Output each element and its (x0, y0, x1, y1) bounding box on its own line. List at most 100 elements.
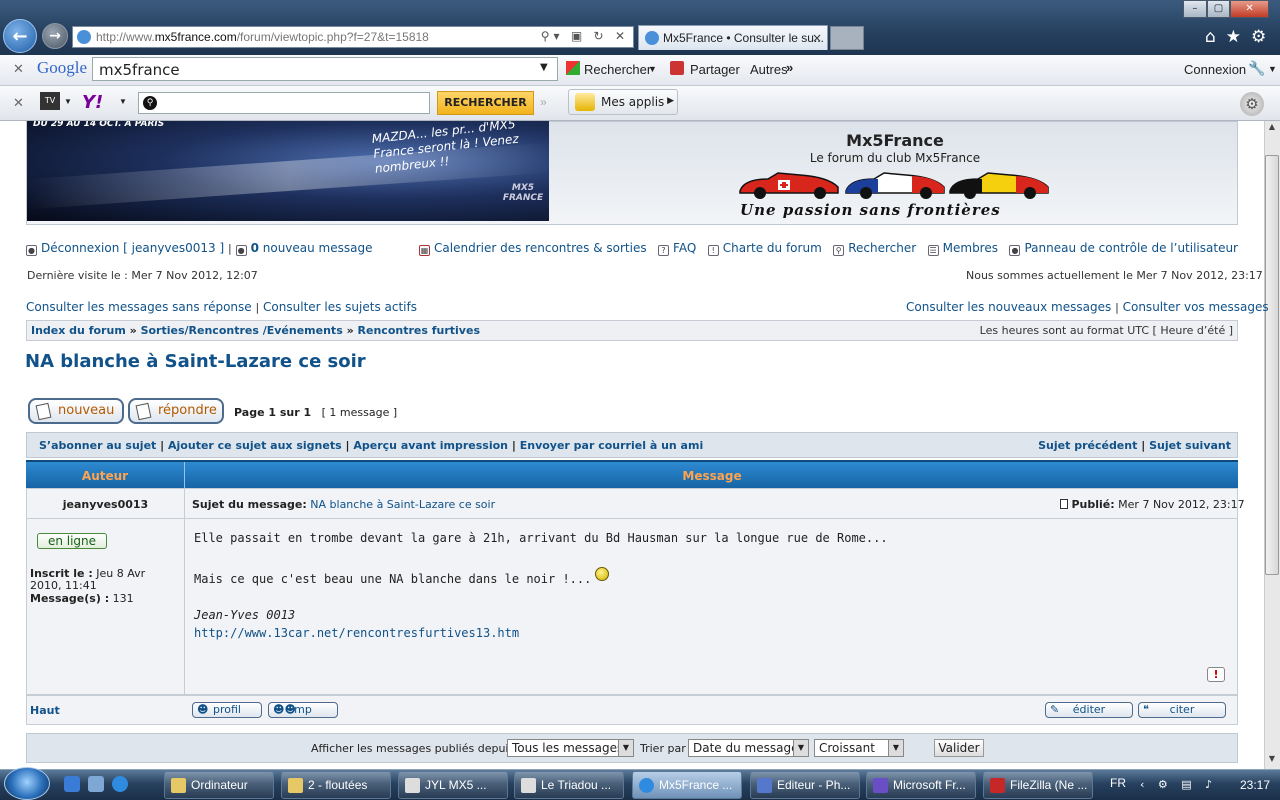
yahoo-search-input[interactable]: ⚲ (138, 92, 430, 114)
post-line-2: Mais ce que c'est beau une NA blanche da… (194, 572, 592, 586)
scroll-up-icon[interactable]: ▲ (1265, 122, 1279, 136)
ie-icon[interactable] (112, 776, 128, 792)
breadcrumb-forum[interactable]: Rencontres furtives (358, 324, 480, 337)
share-icon (670, 61, 684, 75)
your-posts-link[interactable]: Consulter vos messages (1123, 300, 1269, 314)
new-topic-button[interactable]: nouveau (28, 398, 124, 424)
task-document[interactable]: JYL MX5 ... (398, 771, 508, 799)
task-microsoft[interactable]: Microsoft Fr... (866, 771, 976, 799)
new-tab-button[interactable] (830, 26, 864, 50)
yahoo-logo[interactable]: Y! (82, 92, 103, 113)
breadcrumb-index[interactable]: Index du forum (31, 324, 126, 337)
chevron-down-icon[interactable]: ▼ (119, 97, 127, 106)
task-triadou[interactable]: Le Triadou ... (514, 771, 624, 799)
tv-icon[interactable]: TV (40, 92, 60, 110)
task-mx5france[interactable]: Mx5France ... (632, 771, 742, 799)
close-toolbar-icon[interactable]: ✕ (13, 95, 24, 111)
faq-link[interactable]: FAQ (673, 241, 696, 255)
reply-button[interactable]: répondre (128, 398, 224, 424)
google-logo[interactable]: Google (37, 58, 87, 78)
charter-link[interactable]: Charte du forum (723, 241, 822, 255)
sort-by-select[interactable]: Date du message ▼ (688, 739, 809, 757)
private-message-button[interactable]: ☻☻ mp (268, 702, 338, 718)
previous-topic-link[interactable]: Sujet précédent (1038, 439, 1137, 452)
logout-link[interactable]: Déconnexion [ jeanyves0013 ] (41, 241, 224, 255)
google-search-input[interactable]: mx5france (92, 57, 558, 81)
signature-link[interactable]: http://www.13car.net/rencontresfurtives1… (194, 626, 519, 640)
post-author[interactable]: jeanyves0013 (26, 498, 185, 511)
tab-close-icon[interactable]: × (812, 31, 822, 45)
breadcrumb-category[interactable]: Sorties/Rencontres /Evénements (141, 324, 343, 337)
new-messages-link[interactable]: nouveau message (263, 241, 373, 255)
address-tools-icons[interactable]: ⚲▾ ▣ ↻ ✕ (541, 29, 629, 43)
edit-button[interactable]: ✎ éditer (1045, 702, 1133, 718)
task-folder[interactable]: 2 - floutées (281, 771, 391, 799)
back-to-top-link[interactable]: Haut (30, 704, 60, 717)
topic-title[interactable]: NA blanche à Saint-Lazare ce soir (25, 351, 366, 372)
chevron-down-icon[interactable]: ▼ (64, 97, 72, 106)
bookmark-link[interactable]: Ajouter ce sujet aux signets (168, 439, 342, 452)
scroll-down-icon[interactable]: ▼ (1265, 754, 1279, 768)
start-button[interactable] (4, 767, 50, 800)
settings-gear-icon[interactable]: ⚙ (1240, 92, 1264, 116)
report-post-icon[interactable]: ! (1207, 667, 1225, 682)
wrench-icon[interactable]: 🔧 (1248, 60, 1265, 77)
chevron-down-icon[interactable]: ▼ (1268, 64, 1277, 74)
column-divider (184, 462, 185, 490)
french-car-icon (845, 172, 945, 199)
google-search-button[interactable]: Rechercher (584, 62, 651, 77)
user-control-panel-link[interactable]: Panneau de contrôle de l’utilisateur (1024, 241, 1238, 255)
calendar-link[interactable]: Calendrier des rencontres & sorties (434, 241, 647, 255)
task-filezilla[interactable]: FileZilla (Ne ... (983, 771, 1093, 799)
search-icon: ⚲ (143, 96, 157, 110)
show-since-value: Tous les messages (512, 741, 624, 755)
close-window-button[interactable]: ✕ (1230, 0, 1269, 18)
event-banner[interactable]: DU 29 AU 14 OCT. A PARIS MAZDA... les pr… (27, 121, 549, 221)
new-posts-link[interactable]: Consulter les nouveaux messages (906, 300, 1111, 314)
desktop-icon[interactable] (64, 776, 80, 792)
browser-right-icons[interactable]: ⌂★⚙ (1205, 27, 1276, 47)
show-since-select[interactable]: Tous les messages ▼ (507, 739, 634, 757)
profile-button[interactable]: ☻ profil (192, 702, 262, 718)
chevron-down-icon[interactable]: ▼ (648, 64, 657, 74)
sort-order-select[interactable]: Croissant ▼ (814, 739, 904, 757)
search-dropdown-icon[interactable]: ▼ (540, 62, 548, 73)
clock[interactable]: 23:17 (1240, 778, 1270, 792)
minimize-button[interactable]: – (1183, 0, 1207, 18)
chevron-right-icon: ▶ (667, 96, 674, 106)
members-link[interactable]: Membres (943, 241, 998, 255)
scrollbar-thumb[interactable] (1265, 155, 1279, 575)
my-apps-button[interactable]: Mes applis ▶ (568, 89, 678, 115)
submit-button[interactable]: Valider (934, 739, 984, 757)
published-label: Publié: (1071, 498, 1115, 511)
login-button[interactable]: Connexion (1184, 62, 1246, 77)
maximize-button[interactable]: ▢ (1206, 0, 1231, 18)
search-link[interactable]: Rechercher (848, 241, 916, 255)
messages-value: 131 (112, 592, 134, 605)
unanswered-link[interactable]: Consulter les messages sans réponse (26, 300, 252, 314)
more-button[interactable]: Autres (750, 62, 788, 77)
edit-icon: ✎ (1050, 703, 1060, 716)
language-indicator[interactable]: FR (1110, 776, 1126, 790)
quote-button[interactable]: ❝ citer (1138, 702, 1226, 718)
system-tray-icons[interactable]: ‹ ⚙ ▤ ♪ (1140, 778, 1217, 791)
browser-tab[interactable]: Mx5France • Consulter le su... (638, 25, 828, 50)
active-topics-link[interactable]: Consulter les sujets actifs (263, 300, 417, 314)
task-editor[interactable]: Editeur - Ph... (750, 771, 860, 799)
forward-button[interactable]: → (42, 23, 68, 49)
separator: | (511, 439, 516, 452)
task-label: Microsoft Fr... (893, 778, 966, 792)
yahoo-search-button[interactable]: RECHERCHER (437, 91, 534, 115)
new-message-count[interactable]: 0 (251, 241, 259, 255)
print-view-link[interactable]: Aperçu avant impression (353, 439, 508, 452)
email-friend-link[interactable]: Envoyer par courriel à un ami (520, 439, 704, 452)
next-topic-link[interactable]: Sujet suivant (1149, 439, 1231, 452)
back-button[interactable]: ← (3, 19, 37, 53)
task-computer[interactable]: Ordinateur (164, 771, 274, 799)
window-switch-icon[interactable] (88, 776, 104, 792)
subscribe-link[interactable]: S’abonner au sujet (39, 439, 156, 452)
address-bar[interactable]: http://www. mx5france.com/forum/viewtopic… (72, 26, 634, 48)
subject-link[interactable]: NA blanche à Saint-Lazare ce soir (310, 498, 495, 511)
close-toolbar-icon[interactable]: ✕ (13, 61, 24, 77)
share-button[interactable]: Partager (690, 62, 740, 77)
